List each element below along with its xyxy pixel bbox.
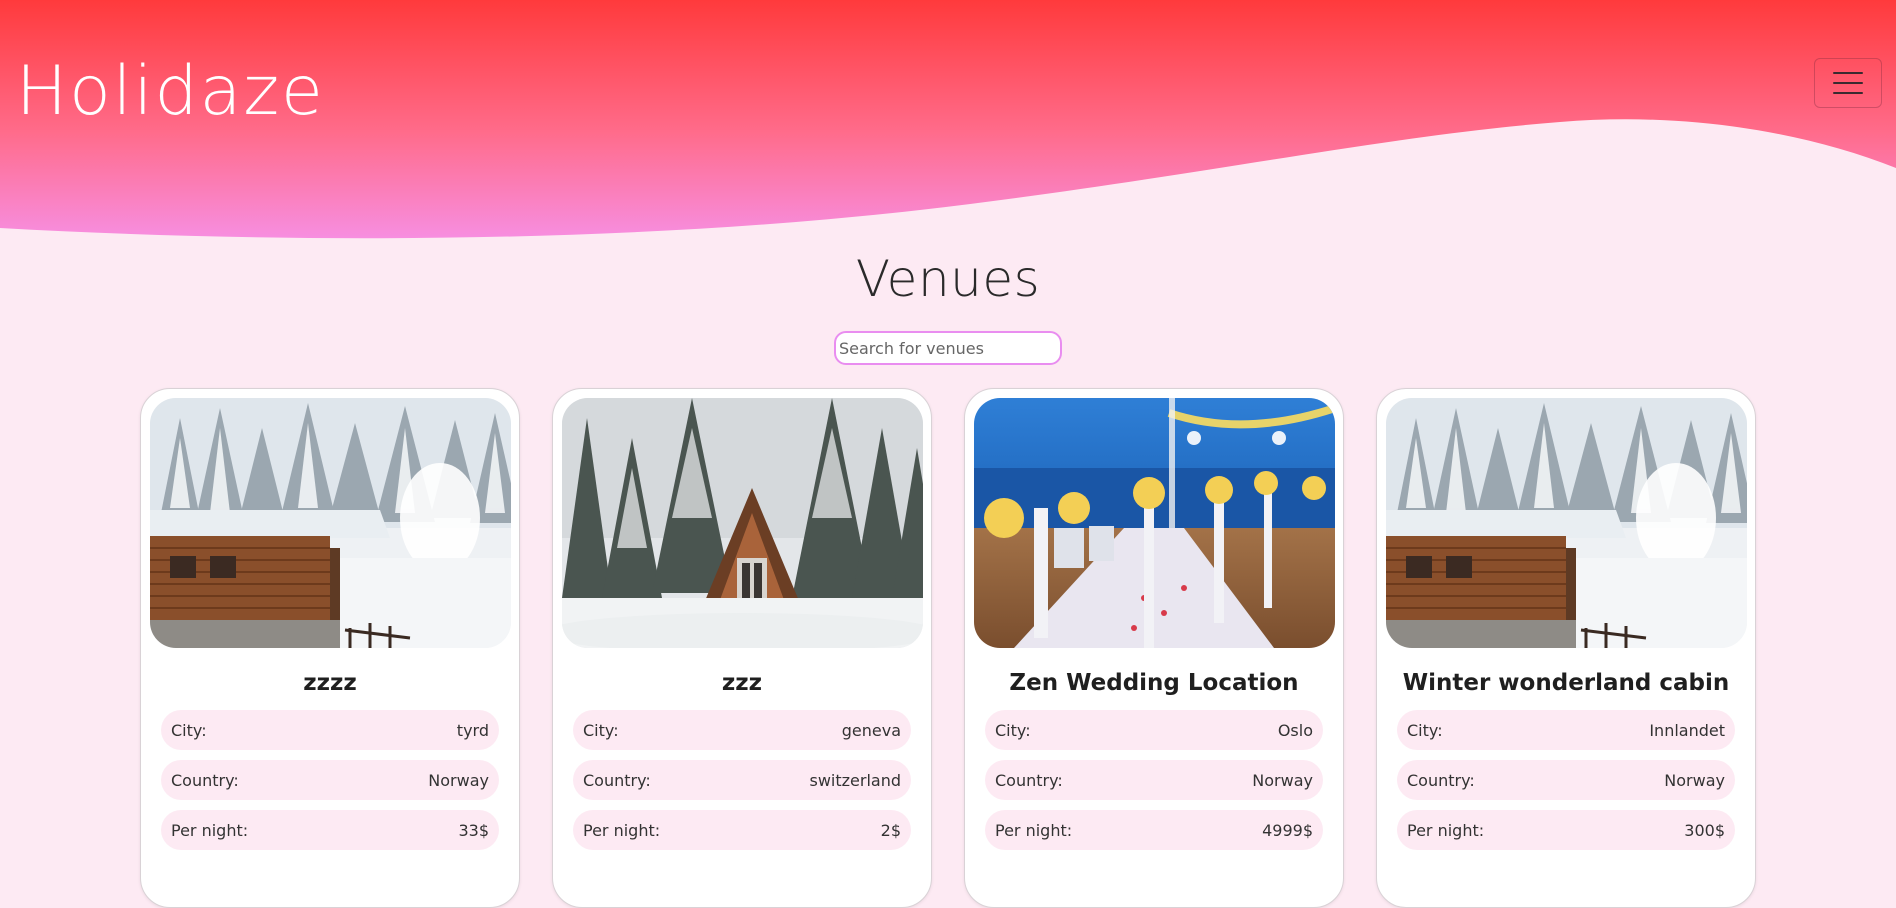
venue-image: [150, 398, 511, 648]
venue-price-row: Per night: 300$: [1397, 810, 1735, 850]
city-value: tyrd: [456, 720, 489, 740]
country-label: Country:: [171, 770, 239, 790]
venue-city-row: City: Oslo: [985, 710, 1323, 750]
logo[interactable]: Holidaze: [16, 58, 325, 126]
venue-city-row: City: tyrd: [161, 710, 499, 750]
city-value: geneva: [841, 720, 901, 740]
hamburger-icon-line: [1833, 92, 1863, 94]
venue-city-row: City: Innlandet: [1397, 710, 1735, 750]
page-title: Venues: [855, 250, 1041, 308]
price-label: Per night:: [583, 820, 661, 840]
venue-card[interactable]: Zen Wedding Location City: Oslo Country:…: [964, 388, 1344, 908]
venue-image: [1386, 398, 1747, 648]
city-value: Innlandet: [1649, 720, 1725, 740]
venue-price-row: Per night: 2$: [573, 810, 911, 850]
price-label: Per night:: [1407, 820, 1485, 840]
venue-image: [974, 398, 1335, 648]
venue-city-row: City: geneva: [573, 710, 911, 750]
country-value: Norway: [1252, 770, 1313, 790]
hamburger-menu-button[interactable]: [1814, 58, 1882, 108]
venue-list: zzzz City: tyrd Country: Norway Per nigh…: [140, 388, 1756, 908]
venue-country-row: Country: Norway: [1397, 760, 1735, 800]
search-input[interactable]: [834, 331, 1062, 365]
price-value: 2$: [880, 820, 901, 840]
price-value: 33$: [458, 820, 489, 840]
price-label: Per night:: [995, 820, 1073, 840]
country-value: Norway: [1664, 770, 1725, 790]
country-label: Country:: [1407, 770, 1475, 790]
price-value: 4999$: [1262, 820, 1313, 840]
country-value: switzerland: [809, 770, 901, 790]
venue-card[interactable]: zzzz City: tyrd Country: Norway Per nigh…: [140, 388, 520, 908]
hamburger-icon-line: [1833, 82, 1863, 84]
venue-name: Winter wonderland cabin: [1402, 670, 1730, 696]
country-value: Norway: [428, 770, 489, 790]
venue-name: zzz: [721, 670, 763, 696]
venue-card[interactable]: Winter wonderland cabin City: Innlandet …: [1376, 388, 1756, 908]
venue-price-row: Per night: 4999$: [985, 810, 1323, 850]
country-label: Country:: [583, 770, 651, 790]
venue-name: Zen Wedding Location: [1009, 670, 1299, 696]
venue-price-row: Per night: 33$: [161, 810, 499, 850]
venue-country-row: Country: Norway: [985, 760, 1323, 800]
country-label: Country:: [995, 770, 1063, 790]
city-label: City:: [171, 720, 207, 740]
venue-country-row: Country: switzerland: [573, 760, 911, 800]
venue-country-row: Country: Norway: [161, 760, 499, 800]
venue-name: zzzz: [303, 670, 357, 696]
hamburger-icon-line: [1833, 72, 1863, 74]
city-label: City:: [583, 720, 619, 740]
city-value: Oslo: [1277, 720, 1313, 740]
venue-image: [562, 398, 923, 648]
price-value: 300$: [1684, 820, 1725, 840]
price-label: Per night:: [171, 820, 249, 840]
city-label: City:: [995, 720, 1031, 740]
city-label: City:: [1407, 720, 1443, 740]
venue-card[interactable]: zzz City: geneva Country: switzerland Pe…: [552, 388, 932, 908]
